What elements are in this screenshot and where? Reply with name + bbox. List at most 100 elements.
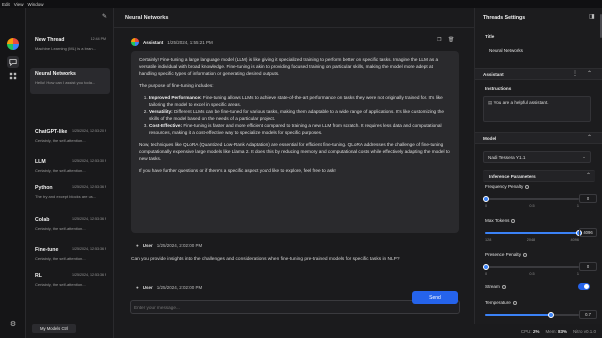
thread-item[interactable]: ChatGPT-like1/25/2024, 12:53:20 PMCertai… — [30, 126, 110, 152]
instructions-icon: ▤ — [488, 100, 493, 105]
status-bar: CPU: 2% Mem: 83% Nitro v0.1.0 — [114, 324, 602, 338]
chat-title: Neural Networks — [114, 8, 474, 28]
assistant-list: Improved Performance: Fine-tuning allows… — [139, 94, 451, 136]
mem-status: Mem: 83% — [545, 328, 567, 334]
my-models-button[interactable]: My Models Ctrl — [32, 324, 76, 333]
info-icon — [512, 300, 517, 305]
model-section[interactable]: Model ⌃ — [475, 132, 602, 144]
menu-window[interactable]: Window — [27, 2, 43, 7]
user-avatar-icon: ● — [136, 285, 139, 290]
instructions-label: Instructions — [485, 86, 512, 91]
stream-toggle[interactable] — [578, 283, 590, 290]
temperature-value[interactable]: 0.7 — [579, 310, 597, 319]
thread-time: 1/25/2024, 12:53:30 PM — [72, 159, 106, 163]
thread-title: Neural Networks — [35, 71, 76, 77]
title-value[interactable]: Neural Networks — [489, 48, 523, 53]
thread-time: 1/25/2024, 12:53:36 PM — [72, 273, 106, 277]
menu-view[interactable]: View — [14, 2, 24, 7]
delete-icon[interactable]: 🗑 — [448, 37, 454, 43]
thread-snippet: Hello! How can I assist you toda... — [35, 80, 96, 85]
app-logo-icon — [7, 38, 19, 50]
assistant-message-bubble: Certainly! Fine-tuning a large language … — [131, 51, 459, 233]
thread-snippet: Certainly, the self-attention... — [35, 168, 86, 173]
param-slider[interactable] — [485, 230, 582, 236]
thread-snippet: The try and except blocks are us... — [35, 194, 97, 199]
assistant-para-4: If you have further questions or if ther… — [139, 168, 336, 173]
thread-item[interactable]: LLM1/25/2024, 12:53:30 PMCertainly, the … — [30, 156, 110, 182]
thread-snippet: Machine Learning (ML) is a bran... — [35, 46, 96, 51]
param-slider[interactable] — [483, 196, 579, 202]
icon-rail: ⚙ — [0, 8, 26, 338]
thread-time: 12:44 PM — [90, 37, 106, 41]
message-input[interactable] — [134, 303, 414, 312]
assistant-name: Assistant — [143, 39, 164, 45]
instructions-field[interactable]: ▤ You are a helpful assistant. — [483, 96, 591, 122]
new-thread-icon[interactable]: ✎ — [102, 13, 107, 20]
thread-item[interactable]: Neural Networks Hello! How can I assist y… — [30, 68, 110, 94]
thread-time: 1/25/2024, 12:53:36 PM — [72, 217, 106, 221]
assistant-para-3: Now, techniques like QLoRA (Quantized Lo… — [139, 142, 450, 161]
apps-grid-icon[interactable] — [7, 70, 19, 82]
user-name: User — [142, 243, 153, 248]
info-icon — [501, 284, 506, 289]
settings-header: Threads Settings — [483, 15, 526, 21]
user-timestamp: 1/25/2024, 2:02:00 PM — [156, 243, 203, 248]
thread-item[interactable]: Python1/25/2024, 12:53:36 PMThe try and … — [30, 182, 110, 208]
thread-time: 1/25/2024, 12:53:36 PM — [72, 185, 106, 189]
thread-snippet: Certainly, the self-attention... — [35, 256, 86, 261]
assistant-message-header: Assistant 1/25/2024, 1:55:21 PM — [131, 38, 213, 46]
panel-toggle-icon[interactable]: ◨ — [589, 13, 595, 20]
chevron-up-icon[interactable]: ⌃ — [586, 172, 591, 179]
assistant-para-1: Certainly! Fine-tuning a large language … — [139, 57, 439, 76]
user-avatar-icon: ● — [136, 243, 139, 248]
copy-icon[interactable]: ❐ — [437, 37, 441, 43]
user-name-2: User — [142, 285, 153, 290]
thread-time: 1/25/2024, 12:53:20 PM — [72, 129, 106, 133]
chat-panel: Neural Networks Assistant 1/25/2024, 1:5… — [114, 8, 474, 338]
assistant-para-2: The purpose of fine-tuning includes: — [139, 83, 214, 88]
param-value[interactable]: 4096 — [579, 228, 597, 237]
thread-snippet: Certainly, the self-attention... — [35, 226, 86, 231]
assistant-timestamp: 1/25/2024, 1:55:21 PM — [167, 39, 213, 45]
thread-item[interactable]: New Thread 12:44 PM Machine Learning (ML) … — [30, 34, 110, 60]
assistant-list-item: Improved Performance: Fine-tuning allows… — [149, 94, 451, 108]
assistant-section[interactable]: Assistant ⋮ ⌃ — [475, 68, 602, 80]
param-ticks: 128 2048 4096 — [485, 238, 579, 242]
more-icon[interactable]: ⋮ — [572, 70, 578, 77]
settings-gear-icon[interactable]: ⚙ — [7, 318, 19, 330]
param-label: Frequency Penalty — [485, 184, 530, 189]
assistant-list-item: Cost-Effective: Fine-tuning is faster an… — [149, 122, 451, 136]
chat-icon[interactable] — [7, 56, 19, 68]
chevron-up-icon[interactable]: ⌃ — [587, 70, 592, 77]
model-select[interactable]: Nadi Tessera Y1.1 ⌄ — [483, 151, 591, 163]
param-slider[interactable] — [483, 264, 579, 270]
thread-item[interactable]: RL1/25/2024, 12:53:36 PMCertainly, the s… — [30, 270, 110, 296]
info-icon — [525, 184, 530, 189]
send-button[interactable]: Send — [412, 291, 458, 304]
menu-bar: Edit View Window — [0, 0, 602, 8]
thread-item[interactable]: Colab1/25/2024, 12:53:36 PMCertainly, th… — [30, 214, 110, 240]
param-value[interactable]: 0 — [579, 194, 597, 203]
temperature-slider[interactable] — [485, 312, 579, 318]
param-value[interactable]: 0 — [579, 262, 597, 271]
temperature-label: Temperature — [485, 300, 517, 305]
inference-section[interactable]: Inference Parameters ⌃ — [483, 170, 595, 182]
user-message-header: ● User 1/25/2024, 2:02:00 PM — [136, 243, 202, 248]
menu-edit[interactable]: Edit — [2, 2, 10, 7]
thread-snippet: Certainly, the self-attention... — [35, 138, 86, 143]
user-message-text: Can you provide insights into the challe… — [131, 257, 400, 262]
chevron-down-icon: ⌄ — [582, 154, 586, 159]
cpu-status: CPU: 2% — [520, 328, 540, 334]
user-timestamp-2: 1/25/2024, 2:02:00 PM — [156, 285, 203, 290]
message-input-wrapper — [130, 300, 460, 314]
chevron-up-icon[interactable]: ⌃ — [587, 134, 592, 141]
assistant-list-item: Versatility: Different LLMs can be fine-… — [149, 108, 451, 122]
thread-snippet: Certainly, the self-attention... — [35, 282, 86, 287]
user-message-header-2: ● User 1/25/2024, 2:02:00 PM — [136, 285, 202, 290]
thread-title: New Thread — [35, 37, 65, 43]
param-label: Max Tokens — [485, 218, 516, 223]
param-ticks: 0 0.5 1 — [485, 272, 579, 276]
param-label: Presence Penalty — [485, 252, 528, 257]
thread-item[interactable]: Fine-tune1/25/2024, 12:53:36 PMCertainly… — [30, 244, 110, 270]
title-label: Title — [485, 34, 495, 39]
